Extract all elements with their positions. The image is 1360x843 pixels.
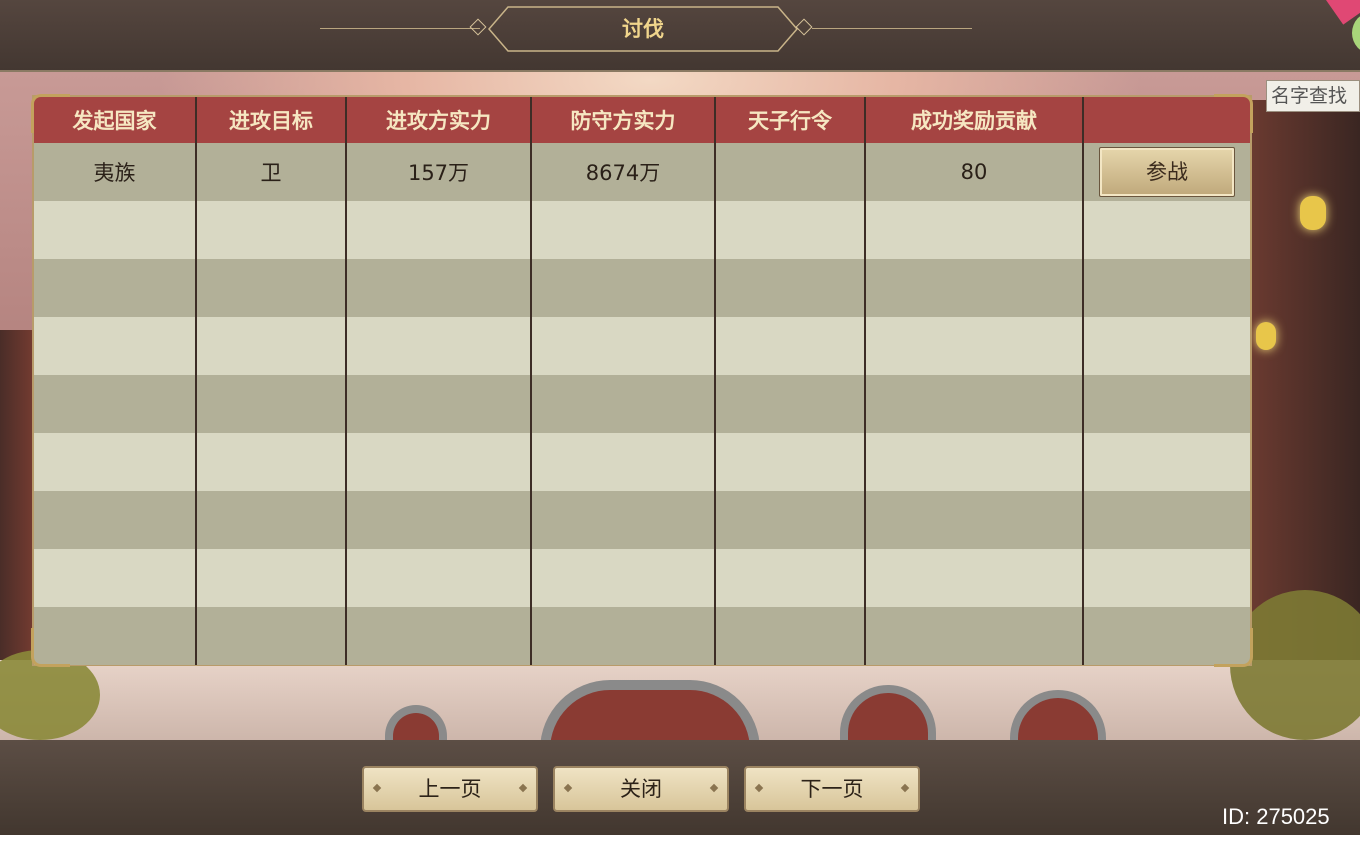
table-row-empty [34,491,1250,549]
column-header-reward: 成功奖励贡献 [865,97,1084,143]
bottom-strip [0,835,1360,843]
table-row-empty [34,433,1250,491]
diamond-ornament-icon [754,783,764,793]
cell-action: 参战 [1083,143,1250,201]
player-id-label: ID: 275025 [1222,804,1330,829]
cell-nation: 夷族 [34,143,197,201]
close-label: 关闭 [620,777,662,801]
table-row-empty [34,201,1250,259]
prev-page-button[interactable]: 上一页 [362,766,538,812]
join-battle-button[interactable]: 参战 [1099,147,1235,197]
panel-corner-ornament [1214,94,1253,133]
top-bar: 讨伐 [0,0,1360,72]
table-row-empty [34,607,1250,665]
diamond-ornament-icon [563,783,573,793]
close-button[interactable]: 关闭 [553,766,729,812]
column-header-attack-power: 进攻方实力 [346,97,532,143]
table-row-empty [34,259,1250,317]
title-divider-right [812,28,972,29]
column-header-defense-power: 防守方实力 [531,97,716,143]
panel-corner-ornament [31,94,70,133]
name-search-input[interactable]: 名字查找 [1266,80,1360,112]
diamond-ornament-icon [518,783,528,793]
lantern-decoration [1300,196,1326,230]
page-title: 讨伐 [622,17,664,41]
title-frame: 讨伐 [488,6,798,52]
diamond-ornament-icon [709,783,719,793]
prev-page-label: 上一页 [418,777,482,801]
table-row-empty [34,375,1250,433]
diamond-ornament-icon [469,18,487,36]
campaign-table-panel: 发起国家 进攻目标 进攻方实力 防守方实力 天子行令 成功奖励贡献 夷族 卫 1… [31,94,1253,667]
next-page-button[interactable]: 下一页 [744,766,920,812]
table-header-row: 发起国家 进攻目标 进攻方实力 防守方实力 天子行令 成功奖励贡献 [34,97,1250,143]
campaign-table: 发起国家 进攻目标 进攻方实力 防守方实力 天子行令 成功奖励贡献 夷族 卫 1… [34,97,1250,665]
diamond-ornament-icon [795,18,813,36]
title-divider-left [320,28,480,29]
cell-decree [715,143,866,201]
cell-defense-power: 8674万 [531,143,716,201]
cell-target: 卫 [196,143,347,201]
table-row: 夷族 卫 157万 8674万 80 参战 [34,143,1250,201]
background-tower-right [1252,100,1360,660]
table-row-empty [34,317,1250,375]
cell-attack-power: 157万 [346,143,532,201]
lantern-decoration [1256,322,1276,350]
panel-corner-ornament [31,628,70,667]
table-row-empty [34,549,1250,607]
diamond-ornament-icon [900,783,910,793]
diamond-ornament-icon [372,783,382,793]
column-header-decree: 天子行令 [715,97,866,143]
column-header-target: 进攻目标 [196,97,347,143]
next-page-label: 下一页 [800,777,864,801]
panel-corner-ornament [1214,628,1253,667]
cell-reward: 80 [865,143,1084,201]
